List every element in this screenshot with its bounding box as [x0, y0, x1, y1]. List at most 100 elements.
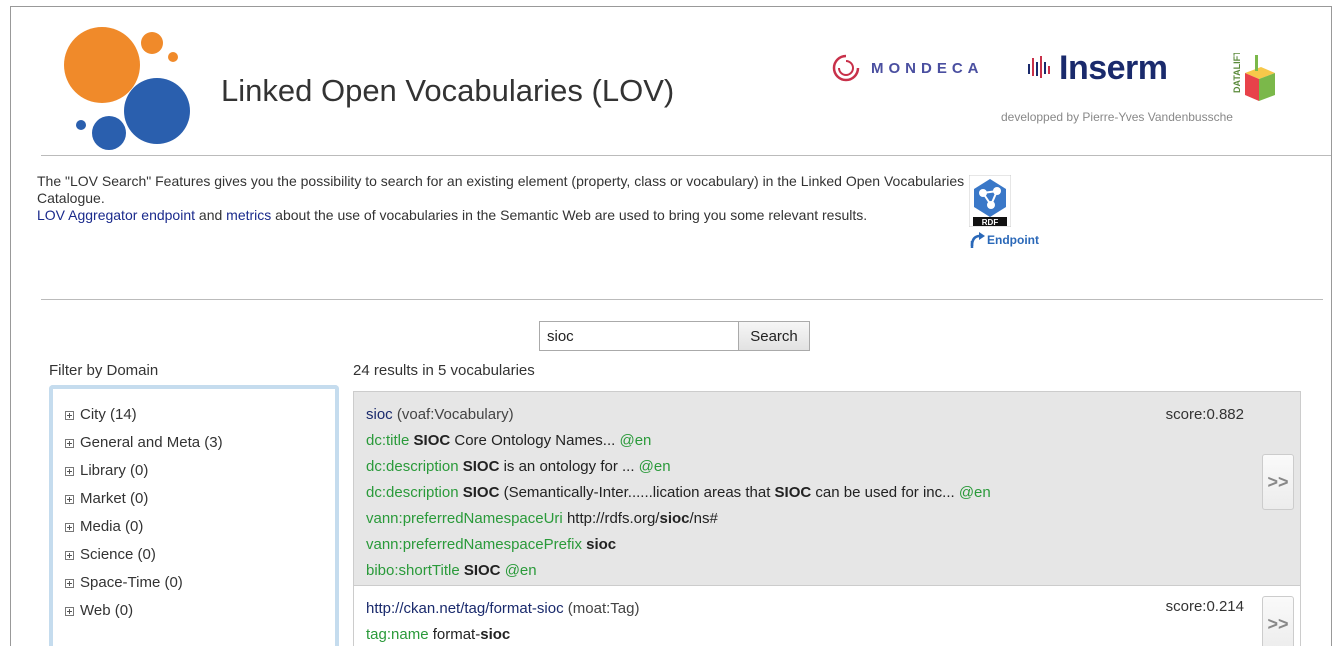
domain-item-web[interactable]: Web (0) — [65, 597, 335, 625]
search-button[interactable]: Search — [738, 321, 810, 351]
datalift-logo[interactable]: DATALIFT — [1231, 50, 1275, 110]
property-value: format- — [432, 626, 481, 643]
highlight-text: sioc — [586, 536, 617, 553]
search-input[interactable] — [539, 321, 739, 351]
property-name[interactable]: bibo:shortTitle — [366, 562, 460, 579]
domain-label: Science (0) — [80, 546, 156, 563]
result-property-line: dc:description SIOC (Semantically-Inter.… — [366, 480, 1288, 506]
svg-text:RDF: RDF — [982, 218, 999, 227]
language-tag: @en — [638, 458, 671, 475]
rdf-graph-icon: RDF — [968, 174, 1012, 228]
highlight-text: sioc — [480, 626, 511, 643]
result-score: score:0.882 — [1165, 406, 1244, 423]
datalift-cube-icon: DATALIFT — [1231, 50, 1275, 101]
property-name[interactable]: vann:preferredNamespacePrefix — [366, 536, 582, 553]
property-value: /ns# — [689, 510, 718, 527]
metrics-link[interactable]: metrics — [226, 207, 271, 223]
property-value: can be used for inc... — [811, 484, 955, 501]
endpoint-label: Endpoint — [987, 233, 1039, 247]
highlight-text: SIOC — [462, 458, 500, 475]
expand-icon — [65, 550, 74, 560]
result-property-line: dc:description SIOC is an ontology for .… — [366, 454, 1288, 480]
domain-filter-panel: City (14) General and Meta (3) Library (… — [49, 385, 339, 646]
property-name[interactable]: vann:preferredNamespaceUri — [366, 510, 563, 527]
expand-icon — [65, 410, 74, 420]
domain-item-library[interactable]: Library (0) — [65, 457, 335, 485]
domain-label: Space-Time (0) — [80, 574, 183, 591]
domain-item-city[interactable]: City (14) — [65, 401, 335, 429]
filter-title: Filter by Domain — [49, 362, 159, 379]
mondeca-label: MONDECA — [871, 59, 984, 77]
result-property-line: vann:preferredNamespacePrefix sioc — [366, 532, 1288, 558]
lov-logo — [64, 27, 190, 150]
result-property-line: tag:name format-sioc — [366, 622, 1288, 646]
domain-label: Library (0) — [80, 462, 149, 479]
intro-divider — [41, 299, 1323, 300]
highlight-text: sioc — [659, 510, 690, 527]
highlight-text: SIOC — [413, 432, 451, 449]
domain-label: Web (0) — [80, 602, 134, 619]
property-name[interactable]: dc:description — [366, 458, 459, 475]
aggregator-endpoint-link[interactable]: LOV Aggregator endpoint — [37, 207, 195, 223]
expand-icon — [65, 466, 74, 476]
intro-line-2: about the use of vocabularies in the Sem… — [271, 207, 868, 223]
expand-icon — [65, 494, 74, 504]
mondeca-swirl-icon — [832, 54, 860, 82]
result-type: (moat:Tag) — [567, 600, 640, 617]
domain-item-science[interactable]: Science (0) — [65, 541, 335, 569]
property-value: http://rdfs.org/ — [566, 510, 660, 527]
result-score: score:0.214 — [1165, 598, 1244, 615]
results-summary: 24 results in 5 vocabularies — [353, 362, 535, 379]
rdf-icon[interactable]: RDF — [968, 174, 1012, 232]
property-value: Core Ontology Names... — [450, 432, 616, 449]
results-list: sioc (voaf:Vocabulary) score:0.882 dc:ti… — [353, 391, 1301, 646]
language-tag: @en — [958, 484, 991, 501]
result-title-link[interactable]: sioc — [366, 406, 393, 423]
expand-icon — [65, 606, 74, 616]
expand-icon — [65, 522, 74, 532]
property-value: is an ontology for ... — [499, 458, 635, 475]
expand-icon — [65, 438, 74, 448]
inserm-label: Inserm — [1059, 49, 1168, 87]
highlight-text: SIOC — [462, 484, 500, 501]
result-item: http://ckan.net/tag/format-sioc (moat:Ta… — [354, 585, 1300, 646]
expand-result-button[interactable]: >> — [1262, 454, 1294, 510]
result-property-line: dc:title SIOC Core Ontology Names... @en — [366, 428, 1288, 454]
mondeca-logo[interactable]: MONDECA — [831, 53, 984, 83]
developer-credit: developped by Pierre-Yves Vandenbussche — [1001, 110, 1233, 124]
language-tag: @en — [504, 562, 537, 579]
expand-icon — [65, 578, 74, 588]
domain-label: General and Meta (3) — [80, 434, 223, 451]
expand-result-button[interactable]: >> — [1262, 596, 1294, 646]
result-property-line: vann:preferredNamespaceUri http://rdfs.o… — [366, 506, 1288, 532]
header-divider — [41, 155, 1331, 156]
intro-and: and — [195, 207, 227, 223]
result-type: (voaf:Vocabulary) — [396, 406, 514, 423]
domain-item-space-time[interactable]: Space-Time (0) — [65, 569, 335, 597]
language-tag: @en — [619, 432, 652, 449]
inserm-logo[interactable]: Inserm — [1027, 49, 1168, 88]
svg-text:DATALIFT: DATALIFT — [1232, 53, 1242, 93]
result-item: sioc (voaf:Vocabulary) score:0.882 dc:ti… — [354, 392, 1300, 585]
domain-label: Media (0) — [80, 518, 144, 535]
highlight-text: SIOC — [774, 484, 812, 501]
intro-line-1: The "LOV Search" Features gives you the … — [37, 173, 965, 206]
property-name[interactable]: tag:name — [366, 626, 429, 643]
domain-label: City (14) — [80, 406, 137, 423]
domain-item-market[interactable]: Market (0) — [65, 485, 335, 513]
endpoint-icon — [970, 232, 985, 248]
highlight-text: SIOC — [463, 562, 501, 579]
domain-item-general-and-meta[interactable]: General and Meta (3) — [65, 429, 335, 457]
inserm-bars-icon — [1028, 55, 1050, 78]
result-title-link[interactable]: http://ckan.net/tag/format-sioc — [366, 600, 564, 617]
endpoint-link[interactable]: Endpoint — [969, 231, 1039, 249]
property-value: (Semantically-Inter......lication areas … — [499, 484, 775, 501]
domain-label: Market (0) — [80, 490, 149, 507]
intro-text: The "LOV Search" Features gives you the … — [37, 173, 967, 224]
result-property-line: bibo:shortTitle SIOC @en — [366, 558, 1288, 584]
domain-item-media[interactable]: Media (0) — [65, 513, 335, 541]
property-name[interactable]: dc:title — [366, 432, 409, 449]
property-name[interactable]: dc:description — [366, 484, 459, 501]
page-frame: Linked Open Vocabularies (LOV) MONDECA I… — [10, 6, 1332, 646]
site-title: Linked Open Vocabularies (LOV) — [221, 73, 675, 108]
